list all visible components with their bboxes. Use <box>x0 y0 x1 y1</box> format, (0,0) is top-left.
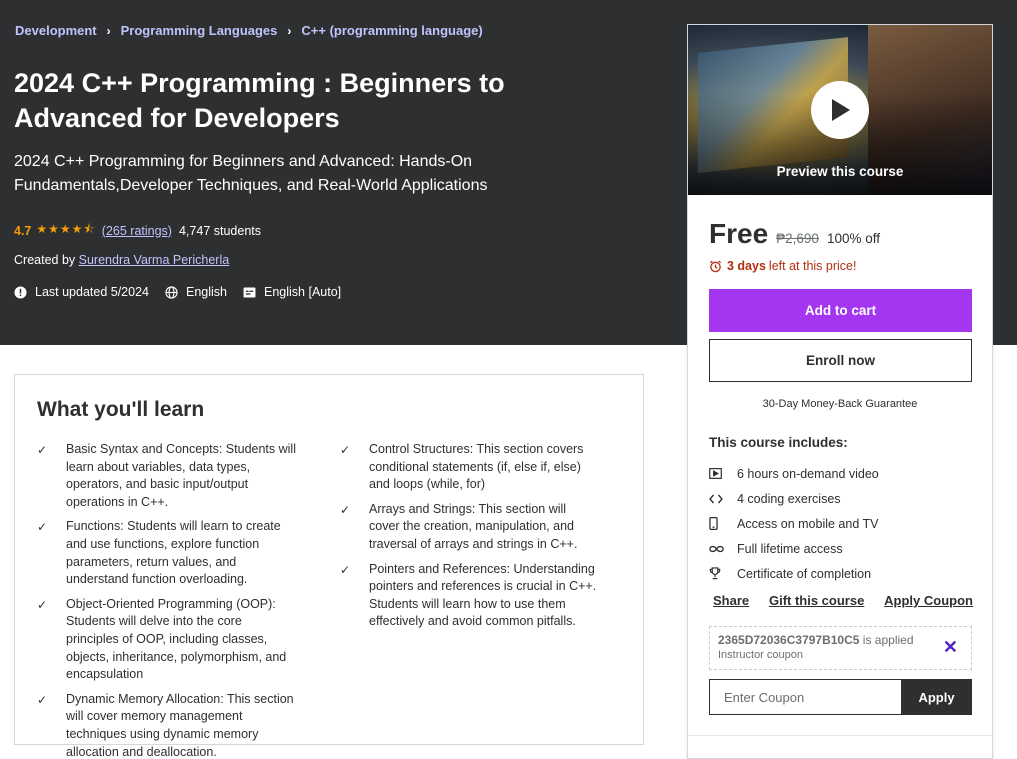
list-item: ✓ Pointers and References: Understanding … <box>340 561 600 631</box>
play-icon <box>832 99 850 121</box>
sidebar-links: Share Gift this course Apply Coupon <box>713 593 973 608</box>
learn-item-text: Dynamic Memory Allocation: This section … <box>66 691 294 759</box>
includes-list: 6 hours on-demand video 4 coding exercis… <box>709 461 879 586</box>
coupon-code: 2365D72036C3797B10C5 <box>718 633 860 647</box>
last-updated: Last updated 5/2024 <box>14 285 149 299</box>
learn-title: What you'll learn <box>37 398 205 421</box>
include-item: Access on mobile and TV <box>709 511 879 536</box>
applied-coupon: 2365D72036C3797B10C5 is applied Instruct… <box>709 626 972 670</box>
original-price: ₱2,690 <box>776 231 819 246</box>
include-label: Access on mobile and TV <box>737 516 879 531</box>
video-icon <box>709 468 722 479</box>
check-icon: ✓ <box>37 692 48 707</box>
coupon-code-line: 2365D72036C3797B10C5 is applied <box>718 633 971 647</box>
learn-column-left: ✓ Basic Syntax and Concepts: Students wil… <box>37 441 297 759</box>
list-item: ✓ Functions: Students will learn to creat… <box>37 518 297 588</box>
rating-value: 4.7 <box>14 223 32 238</box>
include-item: 6 hours on-demand video <box>709 461 879 486</box>
coupon-input[interactable] <box>709 679 901 715</box>
captions-text: English [Auto] <box>264 285 342 299</box>
breadcrumb: Development › Programming Languages › C+… <box>15 23 483 38</box>
language-text: English <box>186 285 227 299</box>
add-to-cart-button[interactable]: Add to cart <box>709 289 972 332</box>
course-title: 2024 C++ Programming : Beginners to Adva… <box>14 68 505 133</box>
learn-column-right: ✓ Control Structures: This section covers… <box>340 441 600 638</box>
check-icon: ✓ <box>340 562 351 577</box>
list-item: ✓ Dynamic Memory Allocation: This section… <box>37 691 297 759</box>
what-youll-learn: What you'll learn ✓ Basic Syntax and Conc… <box>14 374 644 759</box>
discount-percent: 100% off <box>826 231 880 246</box>
code-icon <box>709 494 723 503</box>
learn-item-text: Basic Syntax and Concepts: Students will… <box>66 442 296 509</box>
enroll-now-button[interactable]: Enroll now <box>709 339 972 382</box>
list-item: ✓ Object-Oriented Programming (OOP): Stud… <box>37 596 297 684</box>
learn-item-text: Arrays and Strings: This section will co… <box>369 501 578 551</box>
price-row: Free ₱2,690 100% off <box>709 218 880 250</box>
last-updated-text: Last updated 5/2024 <box>35 285 149 299</box>
captions: English [Auto] <box>243 285 341 299</box>
check-icon: ✓ <box>37 597 48 612</box>
list-item: ✓ Control Structures: This section covers… <box>340 441 600 494</box>
alert-badge-icon <box>14 285 27 299</box>
chevron-right-icon: › <box>106 23 111 38</box>
learn-item-text: Pointers and References: Understanding p… <box>369 561 597 629</box>
share-link[interactable]: Share <box>713 593 749 608</box>
purchase-sidebar: Preview this course Free ₱2,690 100% off… <box>687 24 993 759</box>
apply-coupon-link[interactable]: Apply Coupon <box>884 593 973 608</box>
includes-title: This course includes: <box>709 435 848 450</box>
divider <box>688 735 992 736</box>
created-by: Created by Surendra Varma Pericherla <box>14 253 229 267</box>
breadcrumb-programming-languages[interactable]: Programming Languages <box>121 23 278 38</box>
students-count: 4,747 students <box>178 223 261 238</box>
price-timer: 3 days left at this price! <box>709 259 856 273</box>
chevron-right-icon: › <box>287 23 292 38</box>
coupon-applied-text: is applied <box>862 633 914 647</box>
breadcrumb-cpp[interactable]: C++ (programming language) <box>301 23 482 38</box>
rating-row: 4.7 ★★★★⯪ (265 ratings) 4,747 students <box>14 220 261 241</box>
check-icon: ✓ <box>340 443 351 457</box>
include-label: 6 hours on-demand video <box>737 466 879 481</box>
remove-coupon-close-icon[interactable]: ✕ <box>943 637 958 657</box>
include-label: 4 coding exercises <box>737 491 841 506</box>
include-item: Certificate of completion <box>709 561 879 586</box>
list-item: ✓ Arrays and Strings: This section will c… <box>340 501 600 554</box>
include-item: 4 coding exercises <box>709 486 879 511</box>
timer-text: left at this price! <box>768 259 857 273</box>
mobile-icon <box>709 517 718 530</box>
money-back-guarantee: 30-Day Money-Back Guarantee <box>762 398 918 410</box>
include-label: Certificate of completion <box>737 566 872 581</box>
created-by-label: Created by <box>14 253 76 267</box>
captions-icon <box>243 286 256 298</box>
language: English <box>165 285 227 299</box>
check-icon: ✓ <box>37 520 48 535</box>
course-meta: Last updated 5/2024 English English [Aut… <box>14 285 357 299</box>
check-icon: ✓ <box>37 443 48 457</box>
include-label: Full lifetime access <box>737 541 843 556</box>
gift-course-link[interactable]: Gift this course <box>769 593 864 608</box>
breadcrumb-development[interactable]: Development <box>15 23 97 38</box>
course-preview[interactable]: Preview this course <box>688 25 992 195</box>
apply-coupon-button[interactable]: Apply <box>901 679 972 715</box>
globe-icon <box>165 285 178 299</box>
trophy-icon <box>709 567 721 580</box>
current-price: Free <box>709 218 769 249</box>
play-button[interactable] <box>811 81 869 139</box>
learn-item-text: Object-Oriented Programming (OOP): Stude… <box>66 596 287 682</box>
timer-days: 3 days <box>727 259 766 273</box>
check-icon: ✓ <box>340 502 351 517</box>
course-subtitle: 2024 C++ Programming for Beginners and A… <box>14 153 488 194</box>
learn-item-text: Functions: Students will learn to create… <box>66 519 281 587</box>
include-item: Full lifetime access <box>709 536 879 561</box>
preview-label: Preview this course <box>776 164 904 179</box>
ratings-count-link[interactable]: (265 ratings) <box>102 224 172 238</box>
alarm-clock-icon <box>709 260 722 272</box>
instructor-link[interactable]: Surendra Varma Pericherla <box>79 253 230 267</box>
learn-item-text: Control Structures: This section covers … <box>369 442 584 492</box>
list-item: ✓ Basic Syntax and Concepts: Students wil… <box>37 441 297 511</box>
infinity-icon <box>709 545 724 552</box>
star-rating-icon: ★★★★⯪ <box>36 222 96 236</box>
coupon-type: Instructor coupon <box>718 649 803 661</box>
